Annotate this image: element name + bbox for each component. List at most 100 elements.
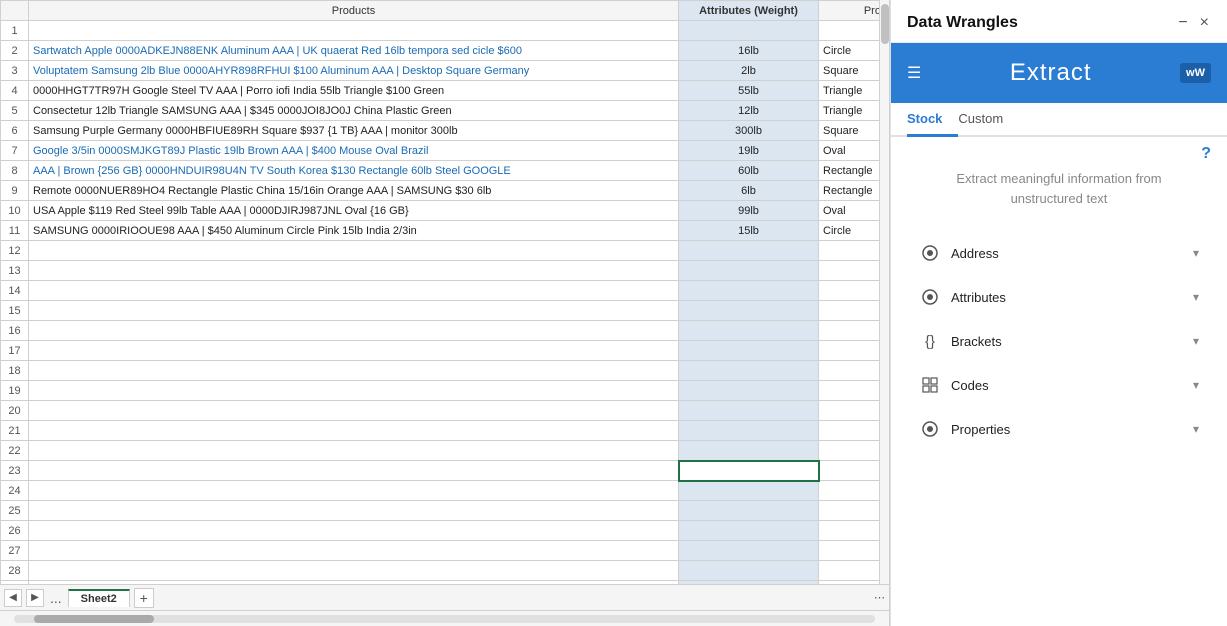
col-b-header[interactable]: Attributes (Weight) [679, 1, 819, 21]
h-scrollbar-thumb[interactable] [34, 615, 154, 623]
cell-b[interactable]: 6lb [679, 181, 819, 201]
cell-b[interactable] [679, 481, 819, 501]
cell-b[interactable] [679, 361, 819, 381]
cell-a[interactable] [29, 341, 679, 361]
cell-a[interactable]: 0000HHGT7TR97H Google Steel TV AAA | Por… [29, 81, 679, 101]
hamburger-icon[interactable]: ☰ [907, 63, 921, 83]
cell-b[interactable] [679, 241, 819, 261]
cell-a[interactable] [29, 301, 679, 321]
cell-a[interactable] [29, 461, 679, 481]
cell-c[interactable]: Circle [819, 41, 880, 61]
cell-a[interactable] [29, 241, 679, 261]
option-brackets[interactable]: {} Brackets ▾ [907, 320, 1211, 362]
cell-b[interactable] [679, 521, 819, 541]
vertical-scrollbar[interactable] [879, 0, 889, 584]
cell-b[interactable] [679, 341, 819, 361]
cell-b[interactable]: 60lb [679, 161, 819, 181]
cell-b[interactable]: 2lb [679, 61, 819, 81]
cell-b[interactable] [679, 401, 819, 421]
tab-stock[interactable]: Stock [907, 103, 958, 137]
cell-a[interactable] [29, 501, 679, 521]
option-attributes[interactable]: Attributes ▾ [907, 276, 1211, 318]
cell-c[interactable] [819, 561, 880, 581]
cell-c[interactable]: Triangle [819, 81, 880, 101]
panel-minimize-btn[interactable]: − [1176, 12, 1189, 34]
cell-c[interactable]: Square [819, 61, 880, 81]
cell-b[interactable] [679, 301, 819, 321]
cell-b[interactable]: 19lb [679, 141, 819, 161]
cell-b[interactable] [679, 21, 819, 41]
tab-custom[interactable]: Custom [958, 103, 1019, 137]
cell-a[interactable] [29, 561, 679, 581]
cell-c[interactable] [819, 301, 880, 321]
cell-c[interactable] [819, 461, 880, 481]
panel-close-btn[interactable]: × [1198, 12, 1211, 34]
cell-a[interactable] [29, 421, 679, 441]
cell-c[interactable]: Rectangle [819, 181, 880, 201]
horizontal-scrollbar[interactable] [14, 615, 875, 623]
cell-a[interactable] [29, 401, 679, 421]
cell-c[interactable] [819, 441, 880, 461]
cell-b[interactable] [679, 321, 819, 341]
option-address[interactable]: Address ▾ [907, 232, 1211, 274]
cell-b[interactable] [679, 561, 819, 581]
cell-a[interactable] [29, 261, 679, 281]
option-codes[interactable]: Codes ▾ [907, 364, 1211, 406]
cell-c[interactable]: Oval [819, 201, 880, 221]
cell-a[interactable] [29, 381, 679, 401]
cell-a[interactable] [29, 481, 679, 501]
option-properties[interactable]: Properties ▾ [907, 408, 1211, 450]
cell-c[interactable] [819, 21, 880, 41]
cell-a[interactable]: Sartwatch Apple 0000ADKEJN88ENK Aluminum… [29, 41, 679, 61]
sheet-tab-sheet2[interactable]: Sheet2 [68, 589, 130, 607]
cell-a[interactable] [29, 541, 679, 561]
cell-b[interactable] [679, 541, 819, 561]
cell-c[interactable] [819, 541, 880, 561]
cell-c[interactable]: Circle [819, 221, 880, 241]
cell-b[interactable] [679, 501, 819, 521]
col-c-header[interactable]: Prope [819, 1, 880, 21]
cell-c[interactable] [819, 361, 880, 381]
cell-b[interactable]: 12lb [679, 101, 819, 121]
cell-b[interactable]: 99lb [679, 201, 819, 221]
cell-a[interactable] [29, 21, 679, 41]
cell-a[interactable]: AAA | Brown {256 GB} 0000HNDUIR98U4N TV … [29, 161, 679, 181]
cell-a[interactable]: Consectetur 12lb Triangle SAMSUNG AAA | … [29, 101, 679, 121]
cell-c[interactable] [819, 481, 880, 501]
cell-a[interactable] [29, 321, 679, 341]
cell-b[interactable]: 55lb [679, 81, 819, 101]
cell-b[interactable]: 300lb [679, 121, 819, 141]
cell-a[interactable] [29, 281, 679, 301]
cell-c[interactable] [819, 241, 880, 261]
cell-c[interactable] [819, 261, 880, 281]
cell-c[interactable]: Oval [819, 141, 880, 161]
v-scrollbar-thumb[interactable] [881, 4, 889, 44]
sheet-prev-btn[interactable]: ◀ [4, 589, 22, 607]
cell-a[interactable]: Samsung Purple Germany 0000HBFIUE89RH Sq… [29, 121, 679, 141]
col-a-header[interactable]: Products [29, 1, 679, 21]
cell-b[interactable]: 15lb [679, 221, 819, 241]
cell-a[interactable] [29, 521, 679, 541]
cell-c[interactable]: Triangle [819, 101, 880, 121]
cell-a[interactable]: USA Apple $119 Red Steel 99lb Table AAA … [29, 201, 679, 221]
sheet-dots[interactable]: ... [48, 590, 64, 606]
cell-b[interactable]: 16lb [679, 41, 819, 61]
cell-c[interactable] [819, 381, 880, 401]
cell-b[interactable] [679, 261, 819, 281]
add-sheet-btn[interactable]: + [134, 588, 154, 608]
cell-c[interactable] [819, 521, 880, 541]
cell-a[interactable]: SAMSUNG 0000IRIOOUE98 AAA | $450 Aluminu… [29, 221, 679, 241]
cell-b[interactable] [679, 281, 819, 301]
sheet-next-btn[interactable]: ▶ [26, 589, 44, 607]
cell-a[interactable]: Voluptatem Samsung 2lb Blue 0000AHYR898R… [29, 61, 679, 81]
cell-c[interactable] [819, 281, 880, 301]
cell-c[interactable] [819, 321, 880, 341]
cell-c[interactable] [819, 501, 880, 521]
cell-a[interactable]: Remote 0000NUER89HO4 Rectangle Plastic C… [29, 181, 679, 201]
help-icon-btn[interactable]: ? [1201, 145, 1211, 163]
cell-c[interactable] [819, 401, 880, 421]
cell-b[interactable] [679, 441, 819, 461]
cell-c[interactable]: Square [819, 121, 880, 141]
cell-a[interactable] [29, 361, 679, 381]
cell-b[interactable] [679, 381, 819, 401]
